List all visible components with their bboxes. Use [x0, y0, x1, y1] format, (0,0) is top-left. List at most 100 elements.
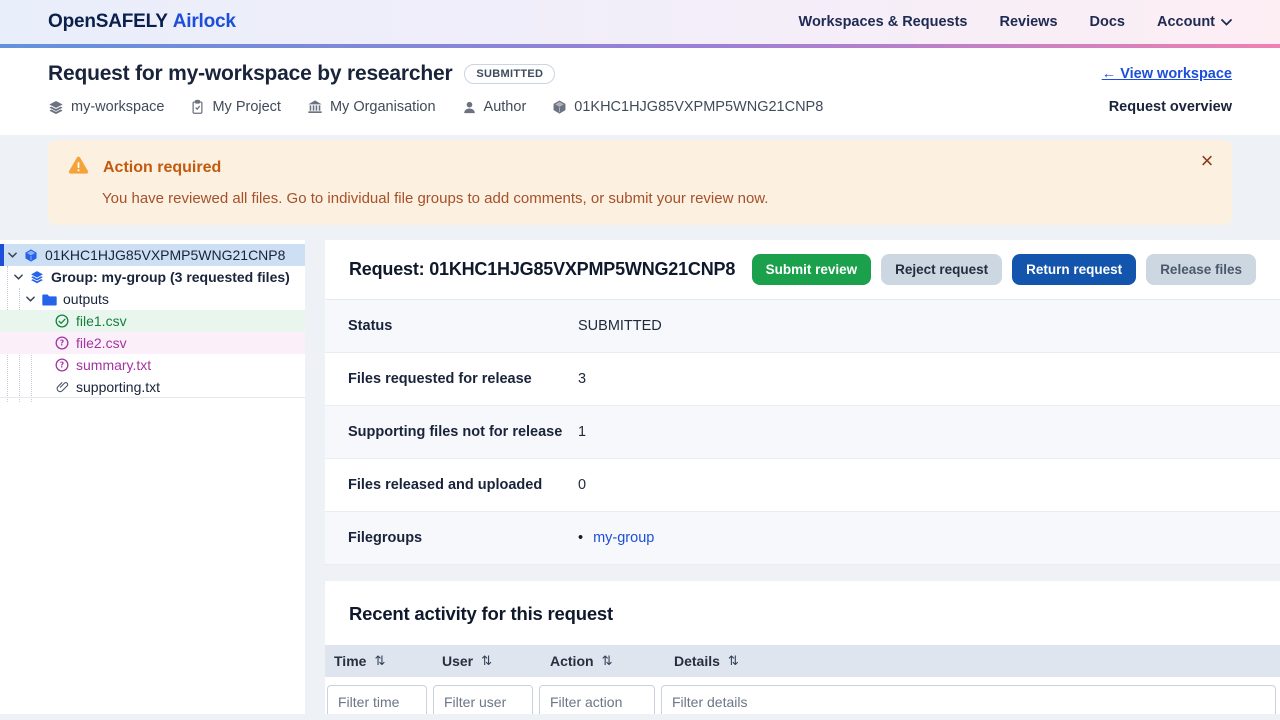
breadcrumb: my-workspace My Project My Organisation … [48, 99, 823, 115]
tree-item-file1[interactable]: file1.csv [0, 310, 305, 332]
meta-workspace-label: my-workspace [71, 99, 164, 115]
recent-activity-card: Recent activity for this request Time ⇅ … [325, 581, 1280, 714]
layers-icon [29, 270, 45, 284]
column-header-action[interactable]: Action ⇅ [541, 653, 665, 669]
list-bullet: • [578, 530, 583, 546]
column-label: Details [674, 653, 720, 669]
check-circle-icon [54, 314, 70, 328]
activity-filter-row [325, 677, 1280, 714]
detail-row-files-requested: Files requested for release 3 [325, 353, 1280, 406]
brand-secondary: Airlock [173, 11, 236, 32]
nav-item-reviews[interactable]: Reviews [999, 14, 1057, 30]
folder-icon [41, 293, 57, 306]
meta-project-label: My Project [212, 99, 281, 115]
clipboard-icon [190, 99, 205, 115]
tree-item-summary[interactable]: ? summary.txt [0, 354, 305, 376]
submit-review-button[interactable]: Submit review [752, 254, 872, 285]
nav-account-label: Account [1157, 14, 1215, 30]
detail-row-status: Status SUBMITTED [325, 300, 1280, 353]
filegroup-link[interactable]: my-group [593, 530, 654, 546]
cube-icon [23, 248, 39, 263]
tree-item-file2[interactable]: ? file2.csv [0, 332, 305, 354]
column-label: Action [550, 653, 594, 669]
page-title: Request for my-workspace by researcher [48, 62, 452, 86]
page-header: Request for my-workspace by researcher S… [0, 48, 1280, 135]
detail-value: SUBMITTED [578, 318, 662, 334]
tree-item-label: 01KHC1HJG85VXPMP5WNG21CNP8 [45, 247, 285, 263]
file-tree-sidebar: 01KHC1HJG85VXPMP5WNG21CNP8 Group: my-gro… [0, 240, 305, 714]
request-overview-label: Request overview [1109, 99, 1232, 115]
column-label: Time [334, 653, 366, 669]
close-icon[interactable]: × [1194, 148, 1220, 174]
detail-label: Status [348, 318, 578, 334]
brand-logo[interactable]: OpenSAFELYAirlock [48, 11, 236, 33]
chevron-down-icon [1221, 14, 1232, 30]
tree-item-label: supporting.txt [76, 379, 160, 395]
filter-user-input[interactable] [433, 685, 533, 714]
question-circle-icon: ? [54, 358, 70, 372]
activity-heading: Recent activity for this request [349, 603, 1256, 625]
detail-label: Files requested for release [348, 371, 578, 387]
chevron-down-icon[interactable] [8, 252, 18, 258]
meta-author: Author [462, 99, 527, 115]
tree-item-label: file1.csv [76, 313, 127, 329]
brand-primary: OpenSAFELY [48, 11, 168, 32]
nav-item-workspaces[interactable]: Workspaces & Requests [799, 14, 968, 30]
request-actions: Submit review Reject request Return requ… [752, 254, 1256, 285]
sort-icon[interactable]: ⇅ [728, 653, 739, 669]
svg-text:?: ? [60, 361, 64, 370]
person-icon [462, 100, 477, 115]
tree-item-outputs-folder[interactable]: outputs [0, 288, 305, 310]
nav-item-docs[interactable]: Docs [1090, 14, 1125, 30]
reject-request-button[interactable]: Reject request [881, 254, 1002, 285]
return-request-button[interactable]: Return request [1012, 254, 1136, 285]
filter-time-input[interactable] [327, 685, 427, 714]
meta-request-id: 01KHC1HJG85VXPMP5WNG21CNP8 [552, 99, 823, 115]
tree-item-label: file2.csv [76, 335, 127, 351]
meta-project: My Project [190, 99, 281, 115]
tree-item-label: summary.txt [76, 357, 151, 373]
chevron-down-icon[interactable] [26, 296, 36, 302]
meta-organisation-label: My Organisation [330, 99, 436, 115]
tree-item-request-root[interactable]: 01KHC1HJG85VXPMP5WNG21CNP8 [0, 244, 305, 266]
detail-value: 1 [578, 424, 586, 440]
filter-details-input[interactable] [661, 685, 1276, 714]
column-header-time[interactable]: Time ⇅ [325, 653, 433, 669]
airlock-app: OpenSAFELYAirlock Workspaces & Requests … [0, 0, 1280, 720]
filter-action-input[interactable] [539, 685, 655, 714]
activity-table-header: Time ⇅ User ⇅ Action ⇅ Details ⇅ [325, 645, 1280, 677]
sort-icon[interactable]: ⇅ [481, 653, 492, 669]
detail-row-files-released: Files released and uploaded 0 [325, 459, 1280, 512]
meta-author-label: Author [484, 99, 527, 115]
column-header-user[interactable]: User ⇅ [433, 653, 541, 669]
tree-item-label: outputs [63, 291, 109, 307]
svg-text:?: ? [60, 339, 64, 348]
column-label: User [442, 653, 473, 669]
sort-icon[interactable]: ⇅ [602, 653, 613, 669]
cube-icon [552, 99, 567, 115]
view-workspace-link[interactable]: ← View workspace [1102, 66, 1232, 82]
nav-links: Workspaces & Requests Reviews Docs Accou… [799, 14, 1232, 30]
detail-row-filegroups: Filegroups • my-group [325, 512, 1280, 565]
detail-value: 0 [578, 477, 586, 493]
release-files-button[interactable]: Release files [1146, 254, 1256, 285]
detail-label: Files released and uploaded [348, 477, 578, 493]
tree-item-label: Group: my-group (3 requested files) [51, 269, 290, 285]
paperclip-icon [54, 380, 70, 394]
detail-label: Filegroups [348, 530, 578, 546]
tree-item-supporting[interactable]: supporting.txt [0, 376, 305, 398]
meta-organisation: My Organisation [307, 99, 436, 115]
sort-icon[interactable]: ⇅ [374, 653, 385, 669]
detail-value: 3 [578, 371, 586, 387]
chevron-down-icon[interactable] [14, 274, 24, 280]
column-header-details[interactable]: Details ⇅ [665, 653, 1280, 669]
action-required-alert: Action required You have reviewed all fi… [48, 140, 1232, 225]
status-badge: SUBMITTED [464, 64, 555, 84]
nav-account-menu[interactable]: Account [1157, 14, 1232, 30]
tree-item-group[interactable]: Group: my-group (3 requested files) [0, 266, 305, 288]
alert-title: Action required [103, 159, 221, 177]
alert-message: You have reviewed all files. Go to indiv… [102, 190, 1192, 207]
warning-icon [68, 156, 89, 180]
question-circle-icon: ? [54, 336, 70, 350]
detail-row-supporting-files: Supporting files not for release 1 [325, 406, 1280, 459]
